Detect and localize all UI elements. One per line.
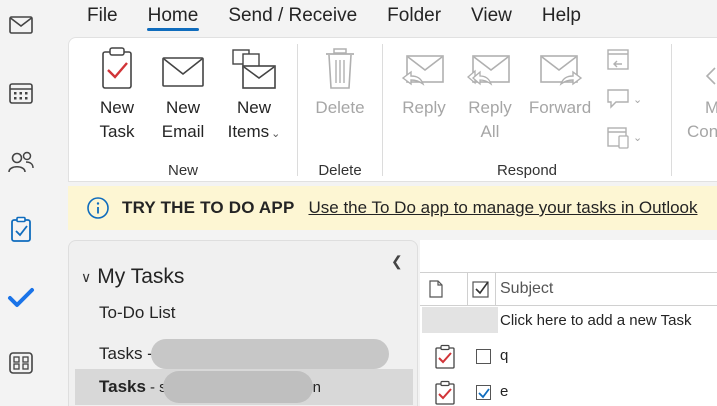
delete-button[interactable]: Delete [308,46,372,120]
new-items-icon [232,49,276,89]
meeting-arrow-icon [705,67,716,85]
ribbon-group-respond: Reply Reply All Forward ⌄ ⌄ Respond [383,38,671,183]
meeting-reply-button[interactable] [605,46,631,72]
ribbon-group-new-label: New [167,162,198,179]
todo-app-link[interactable]: Use the To Do app to manage your tasks i… [308,198,697,218]
new-email-label-1: New [165,98,200,117]
calendar-reply-icon [607,49,629,70]
task-icon [435,380,455,405]
my-tasks-label: My Tasks [97,265,185,288]
delete-label: Delete [315,98,365,117]
forward-button[interactable]: Forward [525,46,595,120]
task-icon [435,344,455,369]
task-row[interactable]: e [420,376,717,406]
folder-pane: ❮ ∨ My Tasks To-Do List Tasks - Tasks - … [68,240,418,406]
meeting-button[interactable]: M Con [683,46,717,144]
column-complete-header[interactable] [468,273,496,305]
new-task-button[interactable]: New Task [89,46,145,144]
ribbon-group-new: New Task New Email New Items ⌄ New [69,38,297,183]
calendar-phone-icon [607,127,629,149]
reply-icon [401,55,444,86]
task-subject: q [500,347,509,364]
ribbon-separator [671,44,672,176]
more-respond-button[interactable]: ⌄ [605,124,642,150]
reply-label: Reply [402,98,446,117]
reply-all-label-1: Reply [468,98,512,117]
calendar-icon[interactable] [6,78,36,108]
reply-all-button[interactable]: Reply All [461,46,519,144]
reply-all-label-2: All [480,122,500,141]
task-row[interactable]: q [420,340,717,374]
meeting-label-1: M [705,98,717,117]
menu-help[interactable]: Help [527,1,596,31]
task-list: Subject Click here to add a new Task q e [420,240,717,406]
tasks-icon[interactable] [6,214,36,244]
menu-home[interactable]: Home [133,1,214,31]
chevron-down-icon: ⌄ [271,128,281,140]
menu-send-receive[interactable]: Send / Receive [213,1,372,31]
mail-icon[interactable] [6,10,36,40]
new-task-row: Click here to add a new Task [420,307,717,333]
new-items-label-2-wrap: Items ⌄ [221,120,287,146]
new-task-input[interactable]: Click here to add a new Task [500,307,692,333]
meeting-label-2: Con [687,122,717,141]
chevron-down-icon: ⌄ [633,131,643,144]
chat-icon [607,89,629,109]
redacted-email [150,339,389,369]
trash-icon [326,48,354,89]
ribbon: New Task New Email New Items ⌄ New Delet… [68,37,717,182]
task-subject: e [500,383,509,400]
new-items-label-2: Items [227,122,270,141]
im-reply-button[interactable]: ⌄ [605,86,642,112]
document-icon [429,280,443,298]
info-bar-title: TRY THE TO DO APP [122,198,295,217]
info-icon [87,197,109,219]
menu-view[interactable]: View [456,1,527,31]
folder-tasks-selected[interactable]: Tasks - s n [75,369,413,405]
envelope-icon [162,57,204,87]
todo-icon[interactable] [6,282,36,312]
app-rail [0,0,42,406]
column-icon-header[interactable] [420,273,468,305]
reply-button[interactable]: Reply [395,46,453,120]
menu-folder[interactable]: Folder [372,1,456,31]
folder-tasks-label: Tasks - [99,344,153,363]
collapse-pane-icon[interactable]: ❮ [391,253,403,270]
checkbox-checked-icon [472,281,489,298]
ribbon-group-delete-label: Delete [318,162,362,179]
people-icon[interactable] [6,146,36,176]
ribbon-group-respond-label: Respond [496,162,558,179]
folder-todo-list[interactable]: To-Do List [99,303,176,323]
my-tasks-header[interactable]: ∨ My Tasks [81,265,184,289]
new-email-label-2: Email [161,122,205,141]
new-email-button[interactable]: New Email [155,46,211,144]
new-task-icon [102,47,132,89]
menu-bar: File Home Send / Receive Folder View Hel… [72,0,717,32]
forward-icon [540,55,583,86]
checkmark-icon [477,387,490,398]
chevron-down-icon: ∨ [81,268,92,285]
todo-info-bar: TRY THE TO DO APP Use the To Do app to m… [68,186,717,230]
folder-tasks-selected-label: Tasks [99,377,146,396]
new-task-label-2: Task [99,122,135,141]
subject-header-label: Subject [500,280,554,297]
new-items-label-1: New [236,98,271,117]
folder-tasks-selected-suffix-end: n [312,378,321,396]
folder-tasks-account[interactable]: Tasks - [99,339,389,369]
column-subject-header[interactable]: Subject [496,273,717,305]
redacted-email [162,371,313,403]
new-task-row-spacer [422,307,498,333]
task-complete-checkbox[interactable] [476,349,491,364]
task-list-header: Subject [420,272,717,306]
reply-all-icon [467,55,510,86]
ribbon-group-delete: Delete Delete [298,38,382,183]
task-complete-checkbox-checked[interactable] [476,385,491,400]
apps-icon[interactable] [6,348,36,378]
forward-label: Forward [528,98,592,117]
menu-file[interactable]: File [72,1,133,31]
chevron-down-icon: ⌄ [633,93,643,106]
new-task-label-1: New [99,98,134,117]
new-items-button[interactable]: New Items ⌄ [221,46,287,146]
